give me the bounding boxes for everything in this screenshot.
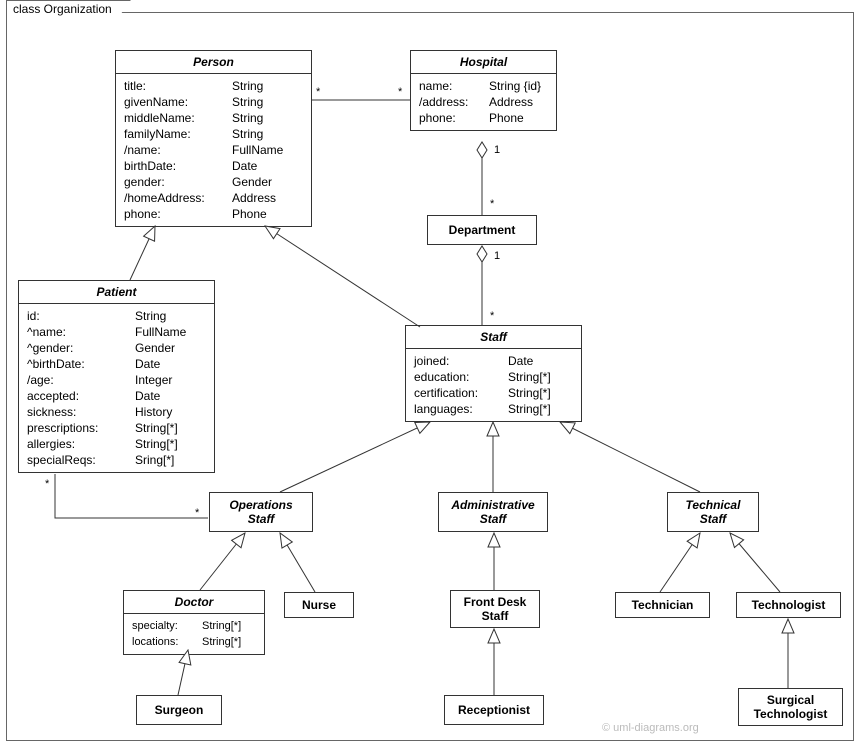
class-administrative-staff: AdministrativeStaff [438, 492, 548, 532]
class-patient: Patient id:String^name:FullName^gender:G… [18, 280, 215, 473]
class-staff: Staff joined:Dateeducation:String[*]cert… [405, 325, 582, 422]
class-receptionist-name: Receptionist [458, 703, 530, 717]
class-operations-staff: OperationsStaff [209, 492, 313, 532]
class-staff-attrs: joined:Dateeducation:String[*]certificat… [406, 349, 581, 421]
class-nurse: Nurse [284, 592, 354, 618]
class-frontdesk-staff: Front DeskStaff [450, 590, 540, 628]
class-doctor-name: Doctor [124, 591, 264, 614]
class-hospital-attrs: name:String {id}/address:Addressphone:Ph… [411, 74, 556, 130]
class-surgical-technologist-name: SurgicalTechnologist [754, 693, 828, 721]
class-doctor: Doctor specialty:String[*]locations:Stri… [123, 590, 265, 655]
class-technician-name: Technician [632, 598, 694, 612]
mult-hospital-department-1: 1 [494, 144, 500, 156]
mult-person-hospital-right: * [398, 86, 402, 98]
mult-patient-ops-left: * [45, 478, 49, 490]
mult-person-hospital-left: * [316, 86, 320, 98]
class-technician: Technician [615, 592, 710, 618]
class-department-name: Department [449, 223, 516, 237]
frame-title-tab: class Organization [6, 0, 131, 17]
class-technologist-name: Technologist [752, 598, 826, 612]
class-administrative-staff-name: AdministrativeStaff [451, 498, 534, 526]
frame-title: class Organization [13, 2, 112, 16]
watermark: © uml-diagrams.org [602, 722, 699, 734]
class-person-attrs: title:StringgivenName:StringmiddleName:S… [116, 74, 311, 226]
class-patient-attrs: id:String^name:FullName^gender:Gender^bi… [19, 304, 214, 472]
class-technologist: Technologist [736, 592, 841, 618]
mult-department-staff-1: 1 [494, 250, 500, 262]
class-department: Department [427, 215, 537, 245]
class-technical-staff-name: TechnicalStaff [686, 498, 741, 526]
class-surgeon-name: Surgeon [155, 703, 204, 717]
class-hospital-name: Hospital [411, 51, 556, 74]
class-receptionist: Receptionist [444, 695, 544, 725]
class-person: Person title:StringgivenName:Stringmiddl… [115, 50, 312, 227]
class-operations-staff-name: OperationsStaff [229, 498, 292, 526]
class-frontdesk-staff-name: Front DeskStaff [464, 595, 527, 623]
class-nurse-name: Nurse [302, 598, 336, 612]
class-hospital: Hospital name:String {id}/address:Addres… [410, 50, 557, 131]
class-surgeon: Surgeon [136, 695, 222, 725]
class-staff-name: Staff [406, 326, 581, 349]
class-surgical-technologist: SurgicalTechnologist [738, 688, 843, 726]
mult-patient-ops-right: * [195, 507, 199, 519]
mult-hospital-department-star: * [490, 198, 494, 210]
mult-department-staff-star: * [490, 310, 494, 322]
class-patient-name: Patient [19, 281, 214, 304]
diagram-frame: class Organization Person title:Stringgi… [0, 0, 860, 747]
class-technical-staff: TechnicalStaff [667, 492, 759, 532]
class-doctor-attrs: specialty:String[*]locations:String[*] [124, 614, 264, 654]
class-person-name: Person [116, 51, 311, 74]
